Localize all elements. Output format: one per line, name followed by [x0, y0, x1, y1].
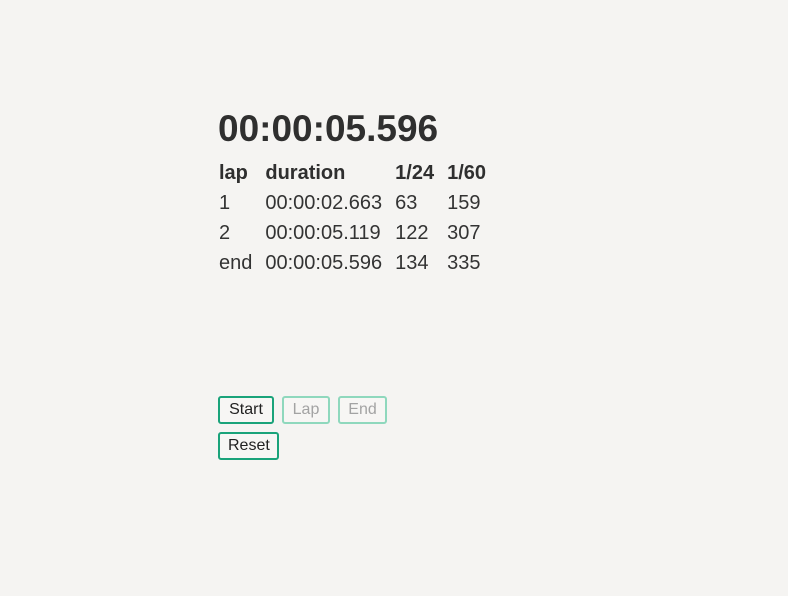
lap-number: 1 — [219, 191, 231, 214]
lap-duration: 00:00:02.663 — [265, 191, 383, 214]
lap-number: end — [219, 251, 253, 274]
lap-frames-24: 63 — [395, 191, 418, 214]
table-row: end 00:00:05.596 134 335 — [216, 248, 496, 278]
column-header-duration: duration — [265, 161, 346, 184]
lap-frames-60: 307 — [447, 221, 481, 244]
reset-button[interactable]: Reset — [218, 432, 279, 460]
table-row: 2 00:00:05.119 122 307 — [216, 218, 496, 248]
end-button[interactable]: End — [338, 396, 387, 424]
laps-table: lap duration 1/24 1/60 1 00:00:02.663 63… — [216, 158, 496, 278]
lap-frames-24: 122 — [395, 221, 429, 244]
column-header-lap: lap — [219, 161, 248, 184]
lap-button[interactable]: Lap — [282, 396, 330, 424]
lap-number: 2 — [219, 221, 231, 244]
lap-duration: 00:00:05.596 — [265, 251, 383, 274]
lap-frames-60: 159 — [447, 191, 481, 214]
lap-duration: 00:00:05.119 — [265, 221, 381, 244]
lap-frames-24: 134 — [395, 251, 429, 274]
column-header-frames-24: 1/24 — [395, 161, 435, 184]
lap-frames-60: 335 — [447, 251, 481, 274]
table-header-row: lap duration 1/24 1/60 — [216, 158, 496, 188]
column-header-frames-60: 1/60 — [447, 161, 487, 184]
start-button[interactable]: Start — [218, 396, 274, 424]
elapsed-time-display: 00:00:05.596 — [218, 108, 439, 149]
table-row: 1 00:00:02.663 63 159 — [216, 188, 496, 218]
